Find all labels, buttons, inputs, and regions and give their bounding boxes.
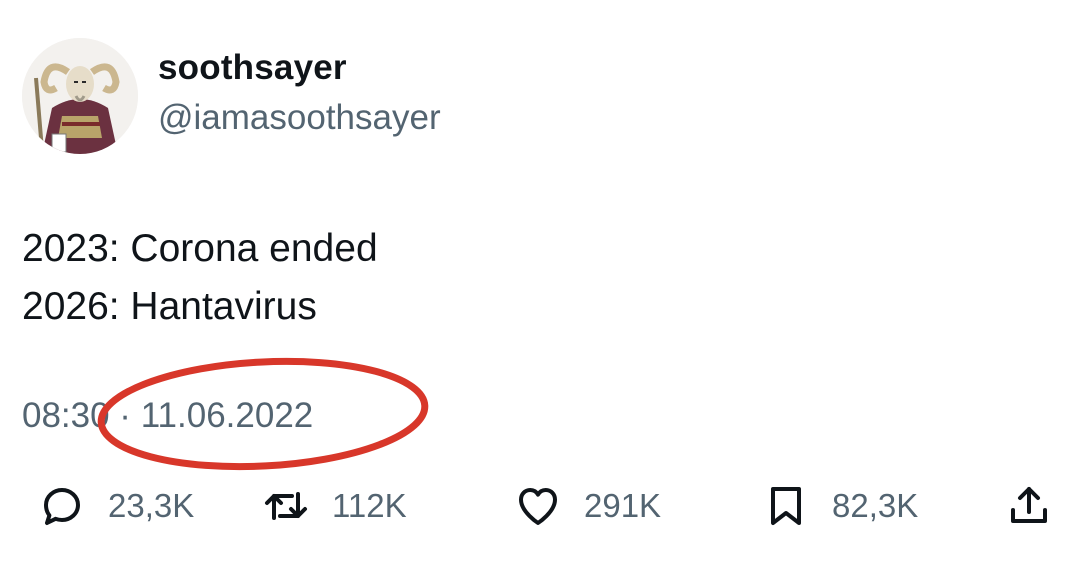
like-count: 291K (584, 487, 662, 524)
tweet-actions-bar: 23,3K 112K 291K 82,3K (0, 476, 1079, 536)
reply-icon (44, 488, 80, 525)
user-handle[interactable]: @iamasoothsayer (158, 98, 441, 138)
avatar[interactable] (22, 38, 138, 154)
bookmark-icon (771, 487, 801, 525)
tweet-line-1: 2023: Corona ended (22, 227, 378, 270)
bookmark-button[interactable]: 82,3K (762, 476, 918, 536)
retweet-count: 112K (332, 487, 407, 524)
tweet-line-2: 2026: Hantavirus (22, 285, 317, 328)
share-icon (1011, 487, 1047, 523)
bookmark-count: 82,3K (832, 487, 919, 524)
goat-soothsayer-avatar-icon (22, 38, 138, 154)
tweet-text: 2023: Corona ended 2026: Hantavirus (22, 220, 378, 336)
like-button[interactable]: 291K (514, 476, 661, 536)
tweet-timestamp[interactable]: 08:30 · 11.06.2022 (22, 396, 313, 436)
reply-button[interactable]: 23,3K (38, 476, 194, 536)
retweet-button[interactable]: 112K (262, 476, 407, 536)
reply-count: 23,3K (108, 487, 195, 524)
heart-icon (519, 488, 557, 525)
share-button[interactable] (1005, 476, 1053, 536)
retweet-icon (265, 492, 307, 520)
display-name[interactable]: soothsayer (158, 48, 347, 88)
